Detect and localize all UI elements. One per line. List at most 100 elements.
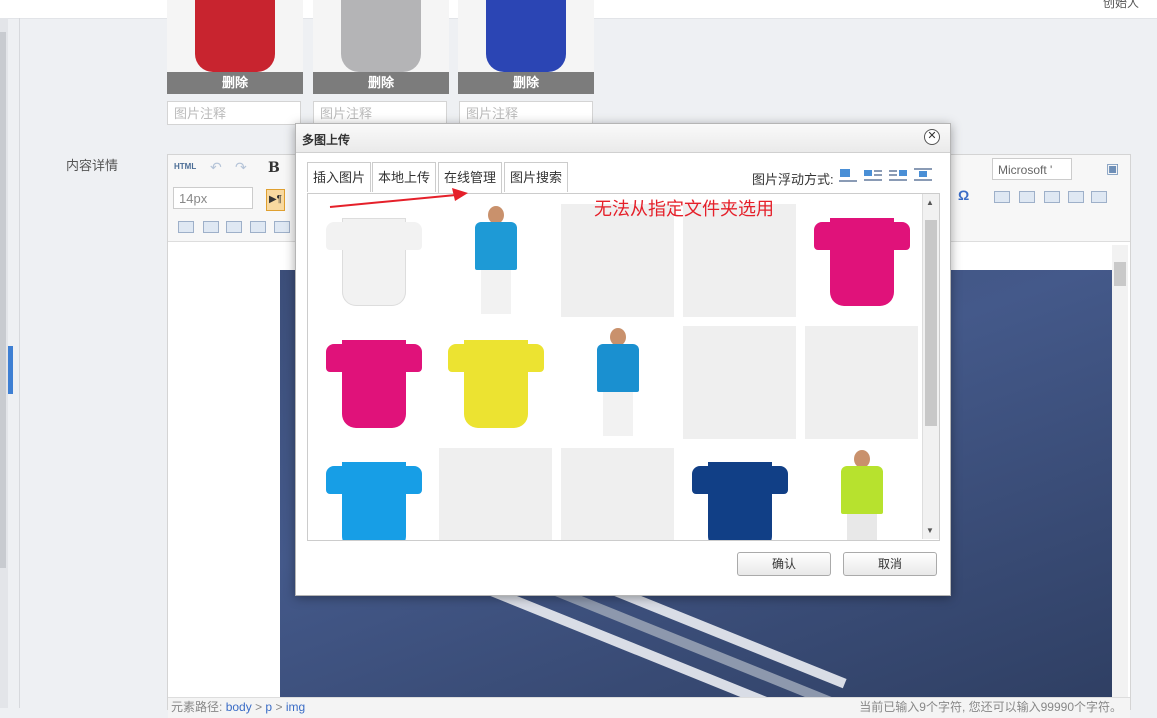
tab-image-search[interactable]: 图片搜索 [504,162,569,192]
line [914,179,932,181]
delete-button[interactable]: 删除 [313,72,449,94]
image-cell[interactable] [439,204,552,317]
confirm-button[interactable]: 确认 [737,552,831,576]
caption-input[interactable]: 图片注释 [459,101,593,125]
line [874,174,882,176]
shirt-image [326,462,422,540]
special-char-button[interactable]: Ω [958,187,969,203]
box [864,170,872,176]
image-cell[interactable] [805,326,918,439]
model-shirt [597,344,639,392]
shirt-photo [486,0,566,72]
merge-cells-icon[interactable] [226,221,242,233]
model-legs [603,392,633,436]
creator-label: 创始人 [1102,0,1139,10]
undo-icon[interactable]: ↶ [210,159,222,176]
line [864,179,882,181]
shirt-image [814,218,910,306]
image-cell[interactable] [439,326,552,439]
delete-button[interactable]: 删除 [167,72,303,94]
image-cell[interactable] [317,448,430,540]
font-family-select[interactable]: Microsoft ' [992,158,1072,180]
delete-column-icon[interactable] [203,221,219,233]
divider [19,18,20,708]
model-shirt [841,466,883,514]
page-scrollbar[interactable] [0,32,6,568]
image-cell[interactable] [317,326,430,439]
image-cell[interactable] [439,448,552,540]
box [840,169,850,177]
image-cell[interactable] [683,326,796,439]
line [889,170,897,172]
path-separator: > [275,700,283,714]
image-cell[interactable] [561,448,674,540]
scroll-thumb[interactable] [1114,262,1126,286]
float-none-icon[interactable] [839,167,857,183]
shirt-photo [341,0,421,72]
path-item-img[interactable]: img [286,700,305,714]
path-item-body[interactable]: body [226,700,252,714]
insert-caption-icon[interactable] [1044,191,1060,203]
shirt-image [326,218,422,306]
image-grid: ▲ ▼ [307,193,940,541]
delete-button[interactable]: 删除 [458,72,594,94]
arrow-line [329,194,457,208]
cancel-button[interactable]: 取消 [843,552,937,576]
table-props-icon[interactable] [274,221,290,233]
grid-scrollbar[interactable]: ▲ ▼ [922,194,939,539]
insert-row-icon[interactable] [1068,191,1084,203]
model-image [597,328,639,436]
line [839,180,857,182]
bold-button[interactable]: B [268,160,280,176]
scroll-down-icon[interactable]: ▼ [926,526,934,535]
image-cell[interactable] [805,448,918,540]
element-path: 元素路径: body > p > img [171,698,305,716]
image-cell[interactable] [683,448,796,540]
font-size-select[interactable]: 14px [173,187,253,209]
float-right-icon[interactable] [889,167,907,183]
editor-scrollbar[interactable] [1112,245,1128,697]
line [874,170,882,172]
shirt-image [326,340,422,428]
model-legs [847,514,877,540]
content-label: 内容详情 [66,158,119,173]
float-center-icon[interactable] [914,167,932,183]
shirt-image [692,462,788,540]
insert-column-icon[interactable] [178,221,194,233]
line [889,174,897,176]
shirt-image [448,340,544,428]
close-icon[interactable]: ✕ [924,129,940,145]
delete-table-icon[interactable] [1019,191,1035,203]
caption-input[interactable]: 图片注释 [167,101,301,125]
annotation-text: 无法从指定文件夹选用 [594,199,774,219]
arrow-head [452,188,468,201]
insert-table-icon[interactable] [994,191,1010,203]
image-cell[interactable] [317,204,430,317]
shirt-photo [195,0,275,72]
image-thumbnail: 删除 [167,0,303,94]
model-image [475,206,517,314]
box [919,171,927,177]
split-cells-icon[interactable] [250,221,266,233]
element-path-label: 元素路径: [171,700,223,714]
scroll-up-icon[interactable]: ▲ [926,198,934,207]
paragraph-direction-icon[interactable]: ▶¶ [266,189,285,211]
image-cell[interactable] [805,204,918,317]
redo-icon[interactable]: ↷ [235,159,247,176]
annotation-arrow [329,188,468,208]
image-thumbnail: 删除 [458,0,594,94]
preview-icon[interactable]: ▣ [1106,160,1119,177]
delete-row-icon[interactable] [1091,191,1107,203]
float-left-icon[interactable] [864,167,882,183]
image-cell[interactable] [561,326,674,439]
grid-scroll-thumb[interactable] [925,220,937,426]
html-source-button[interactable]: HTML [174,162,196,171]
active-section-marker [8,346,13,394]
path-item-p[interactable]: p [265,700,272,714]
char-count: 当前已输入9个字符, 您还可以输入99990个字符。 [859,700,1122,714]
caption-input[interactable]: 图片注释 [313,101,447,125]
float-mode-label: 图片浮动方式: [752,172,834,187]
box [899,170,907,176]
model-shirt [475,222,517,270]
dialog-title: 多图上传 [302,133,351,147]
